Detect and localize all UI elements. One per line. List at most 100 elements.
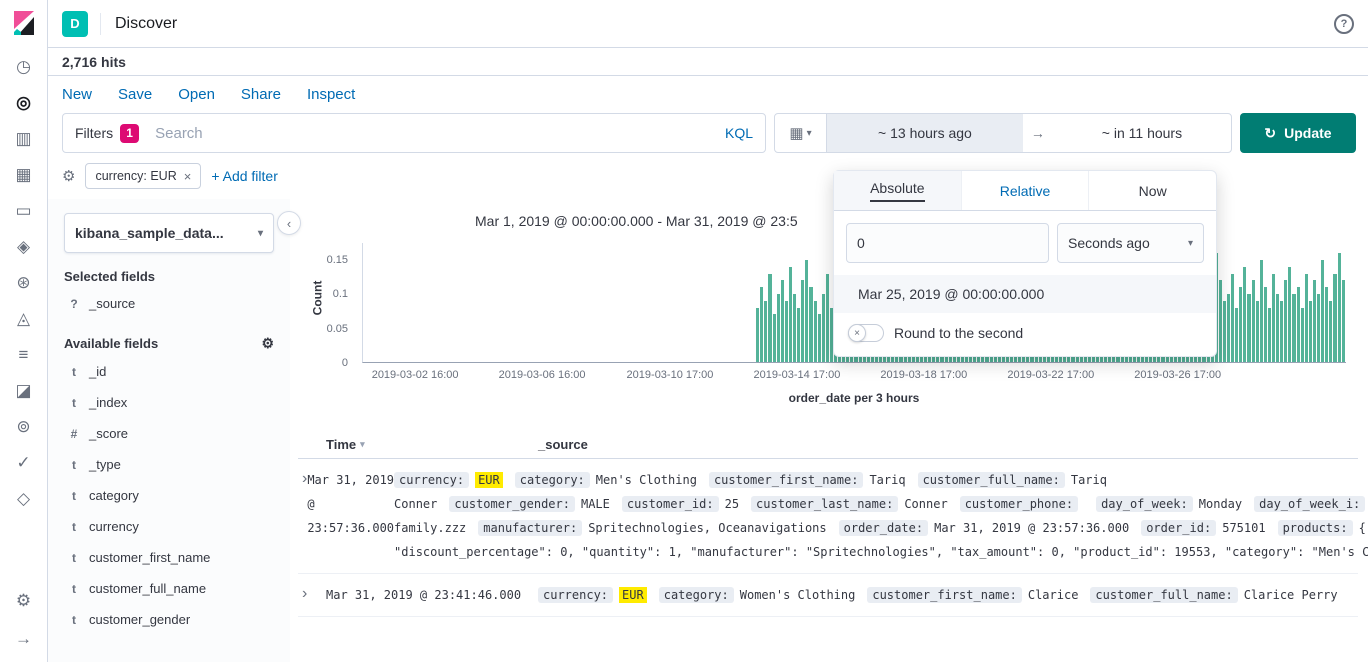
histogram-bar[interactable] bbox=[785, 301, 788, 362]
field-item-_index[interactable]: t_index bbox=[64, 387, 274, 418]
quick-select-button[interactable]: ▦ ▾ bbox=[775, 114, 827, 152]
histogram-bar[interactable] bbox=[1284, 280, 1287, 362]
histogram-bar[interactable] bbox=[1329, 301, 1332, 362]
tab-now[interactable]: Now bbox=[1089, 171, 1216, 210]
histogram-bar[interactable] bbox=[814, 301, 817, 362]
update-button[interactable]: ↻ Update bbox=[1240, 113, 1356, 153]
histogram-bar[interactable] bbox=[781, 280, 784, 362]
histogram-bar[interactable] bbox=[760, 287, 763, 362]
kql-switch[interactable]: KQL bbox=[725, 125, 753, 141]
round-toggle[interactable]: × bbox=[848, 324, 884, 342]
recent-icon[interactable]: ◷ bbox=[11, 56, 37, 78]
discover-icon[interactable]: ◎ bbox=[11, 92, 37, 114]
histogram-bar[interactable] bbox=[1305, 274, 1308, 362]
histogram-bar[interactable] bbox=[1317, 294, 1320, 362]
histogram-bar[interactable] bbox=[809, 287, 812, 362]
histogram-bar[interactable] bbox=[1288, 267, 1291, 362]
histogram-bar[interactable] bbox=[1231, 274, 1234, 362]
histogram-bar[interactable] bbox=[1338, 253, 1341, 362]
histogram-bar[interactable] bbox=[1309, 301, 1312, 362]
histogram-bar[interactable] bbox=[1268, 308, 1271, 362]
time-amount-input[interactable] bbox=[846, 223, 1049, 263]
histogram-bar[interactable] bbox=[1297, 287, 1300, 362]
field-item-customer_full_name[interactable]: tcustomer_full_name bbox=[64, 573, 274, 604]
index-pattern-select[interactable]: kibana_sample_data... ▾ bbox=[64, 213, 274, 253]
siem-icon[interactable]: ◇ bbox=[11, 488, 37, 510]
histogram-bar[interactable] bbox=[1333, 274, 1336, 362]
histogram-bar[interactable] bbox=[1247, 294, 1250, 362]
histogram-bar[interactable] bbox=[1276, 294, 1279, 362]
search-input[interactable] bbox=[153, 124, 717, 143]
field-item-category[interactable]: tcategory bbox=[64, 480, 274, 511]
tab-absolute[interactable]: Absolute bbox=[834, 171, 962, 210]
visualize-icon[interactable]: ▥ bbox=[11, 128, 37, 150]
field-settings-icon[interactable]: ⚙ bbox=[261, 335, 274, 352]
time-unit-select[interactable]: Seconds ago ▾ bbox=[1057, 223, 1204, 263]
filter-pill-currency-eur[interactable]: currency: EUR × bbox=[85, 163, 201, 189]
space-badge[interactable]: D bbox=[62, 11, 88, 37]
histogram-bar[interactable] bbox=[822, 294, 825, 362]
graph-icon[interactable]: ◬ bbox=[11, 308, 37, 330]
histogram-bar[interactable] bbox=[777, 294, 780, 362]
filter-options-button[interactable]: ⚙ bbox=[62, 167, 75, 185]
histogram-bar[interactable] bbox=[1292, 294, 1295, 362]
collapse-icon[interactable]: → bbox=[11, 628, 37, 650]
management-icon[interactable]: ⚙ bbox=[11, 590, 37, 612]
menu-item-inspect[interactable]: Inspect bbox=[307, 86, 355, 103]
histogram-bar[interactable] bbox=[818, 314, 821, 362]
histogram-bar[interactable] bbox=[1239, 287, 1242, 362]
histogram-bar[interactable] bbox=[789, 267, 792, 362]
help-icon[interactable]: ? bbox=[1334, 14, 1354, 34]
time-column-header[interactable]: Time ▾ bbox=[326, 437, 538, 452]
histogram-bar[interactable] bbox=[756, 308, 759, 362]
logs-icon[interactable]: ≡ bbox=[11, 344, 37, 366]
histogram-bar[interactable] bbox=[1223, 301, 1226, 362]
histogram-bar[interactable] bbox=[1256, 301, 1259, 362]
kibana-logo[interactable] bbox=[11, 10, 37, 36]
canvas-icon[interactable]: ▭ bbox=[11, 200, 37, 222]
histogram-bar[interactable] bbox=[1252, 280, 1255, 362]
histogram-bar[interactable] bbox=[797, 308, 800, 362]
apm-icon[interactable]: ⊚ bbox=[11, 416, 37, 438]
histogram-bar[interactable] bbox=[1219, 280, 1222, 362]
filters-button[interactable]: Filters 1 bbox=[75, 124, 139, 143]
histogram-bar[interactable] bbox=[1301, 308, 1304, 362]
dashboard-icon[interactable]: ▦ bbox=[11, 164, 37, 186]
menu-item-save[interactable]: Save bbox=[118, 86, 152, 103]
menu-item-open[interactable]: Open bbox=[178, 86, 215, 103]
maps-icon[interactable]: ◈ bbox=[11, 236, 37, 258]
field-item-_id[interactable]: t_id bbox=[64, 356, 274, 387]
histogram-bar[interactable] bbox=[1272, 274, 1275, 362]
field-item-_score[interactable]: #_score bbox=[64, 418, 274, 449]
histogram-bar[interactable] bbox=[1264, 287, 1267, 362]
tab-relative[interactable]: Relative bbox=[962, 171, 1090, 210]
histogram-bar[interactable] bbox=[773, 314, 776, 362]
expand-document-icon[interactable]: › bbox=[298, 468, 307, 564]
field-item-customer_gender[interactable]: tcustomer_gender bbox=[64, 604, 274, 635]
histogram-bar[interactable] bbox=[805, 260, 808, 362]
field-item-_type[interactable]: t_type bbox=[64, 449, 274, 480]
histogram-bar[interactable] bbox=[793, 294, 796, 362]
field-item-customer_first_name[interactable]: tcustomer_first_name bbox=[64, 542, 274, 573]
field-item-_source[interactable]: ?_source bbox=[64, 288, 274, 319]
histogram-bar[interactable] bbox=[1280, 301, 1283, 362]
histogram-bar[interactable] bbox=[1243, 267, 1246, 362]
histogram-bar[interactable] bbox=[1321, 260, 1324, 362]
collapse-sidebar-icon[interactable]: ‹ bbox=[277, 211, 301, 235]
end-date-button[interactable]: ~ in 11 hours bbox=[1053, 114, 1231, 152]
add-filter-link[interactable]: + Add filter bbox=[211, 168, 278, 184]
histogram-bar[interactable] bbox=[1235, 308, 1238, 362]
start-date-button[interactable]: ~ 13 hours ago bbox=[827, 114, 1023, 152]
field-item-currency[interactable]: tcurrency bbox=[64, 511, 274, 542]
histogram-bar[interactable] bbox=[1260, 260, 1263, 362]
expand-document-icon[interactable]: › bbox=[298, 583, 326, 607]
menu-item-new[interactable]: New bbox=[62, 86, 92, 103]
histogram-bar[interactable] bbox=[1313, 280, 1316, 362]
close-icon[interactable]: × bbox=[184, 169, 192, 184]
histogram-bar[interactable] bbox=[1342, 280, 1345, 362]
histogram-bar[interactable] bbox=[764, 301, 767, 362]
uptime-icon[interactable]: ✓ bbox=[11, 452, 37, 474]
menu-item-share[interactable]: Share bbox=[241, 86, 281, 103]
histogram-bar[interactable] bbox=[1325, 287, 1328, 362]
histogram-bar[interactable] bbox=[801, 280, 804, 362]
